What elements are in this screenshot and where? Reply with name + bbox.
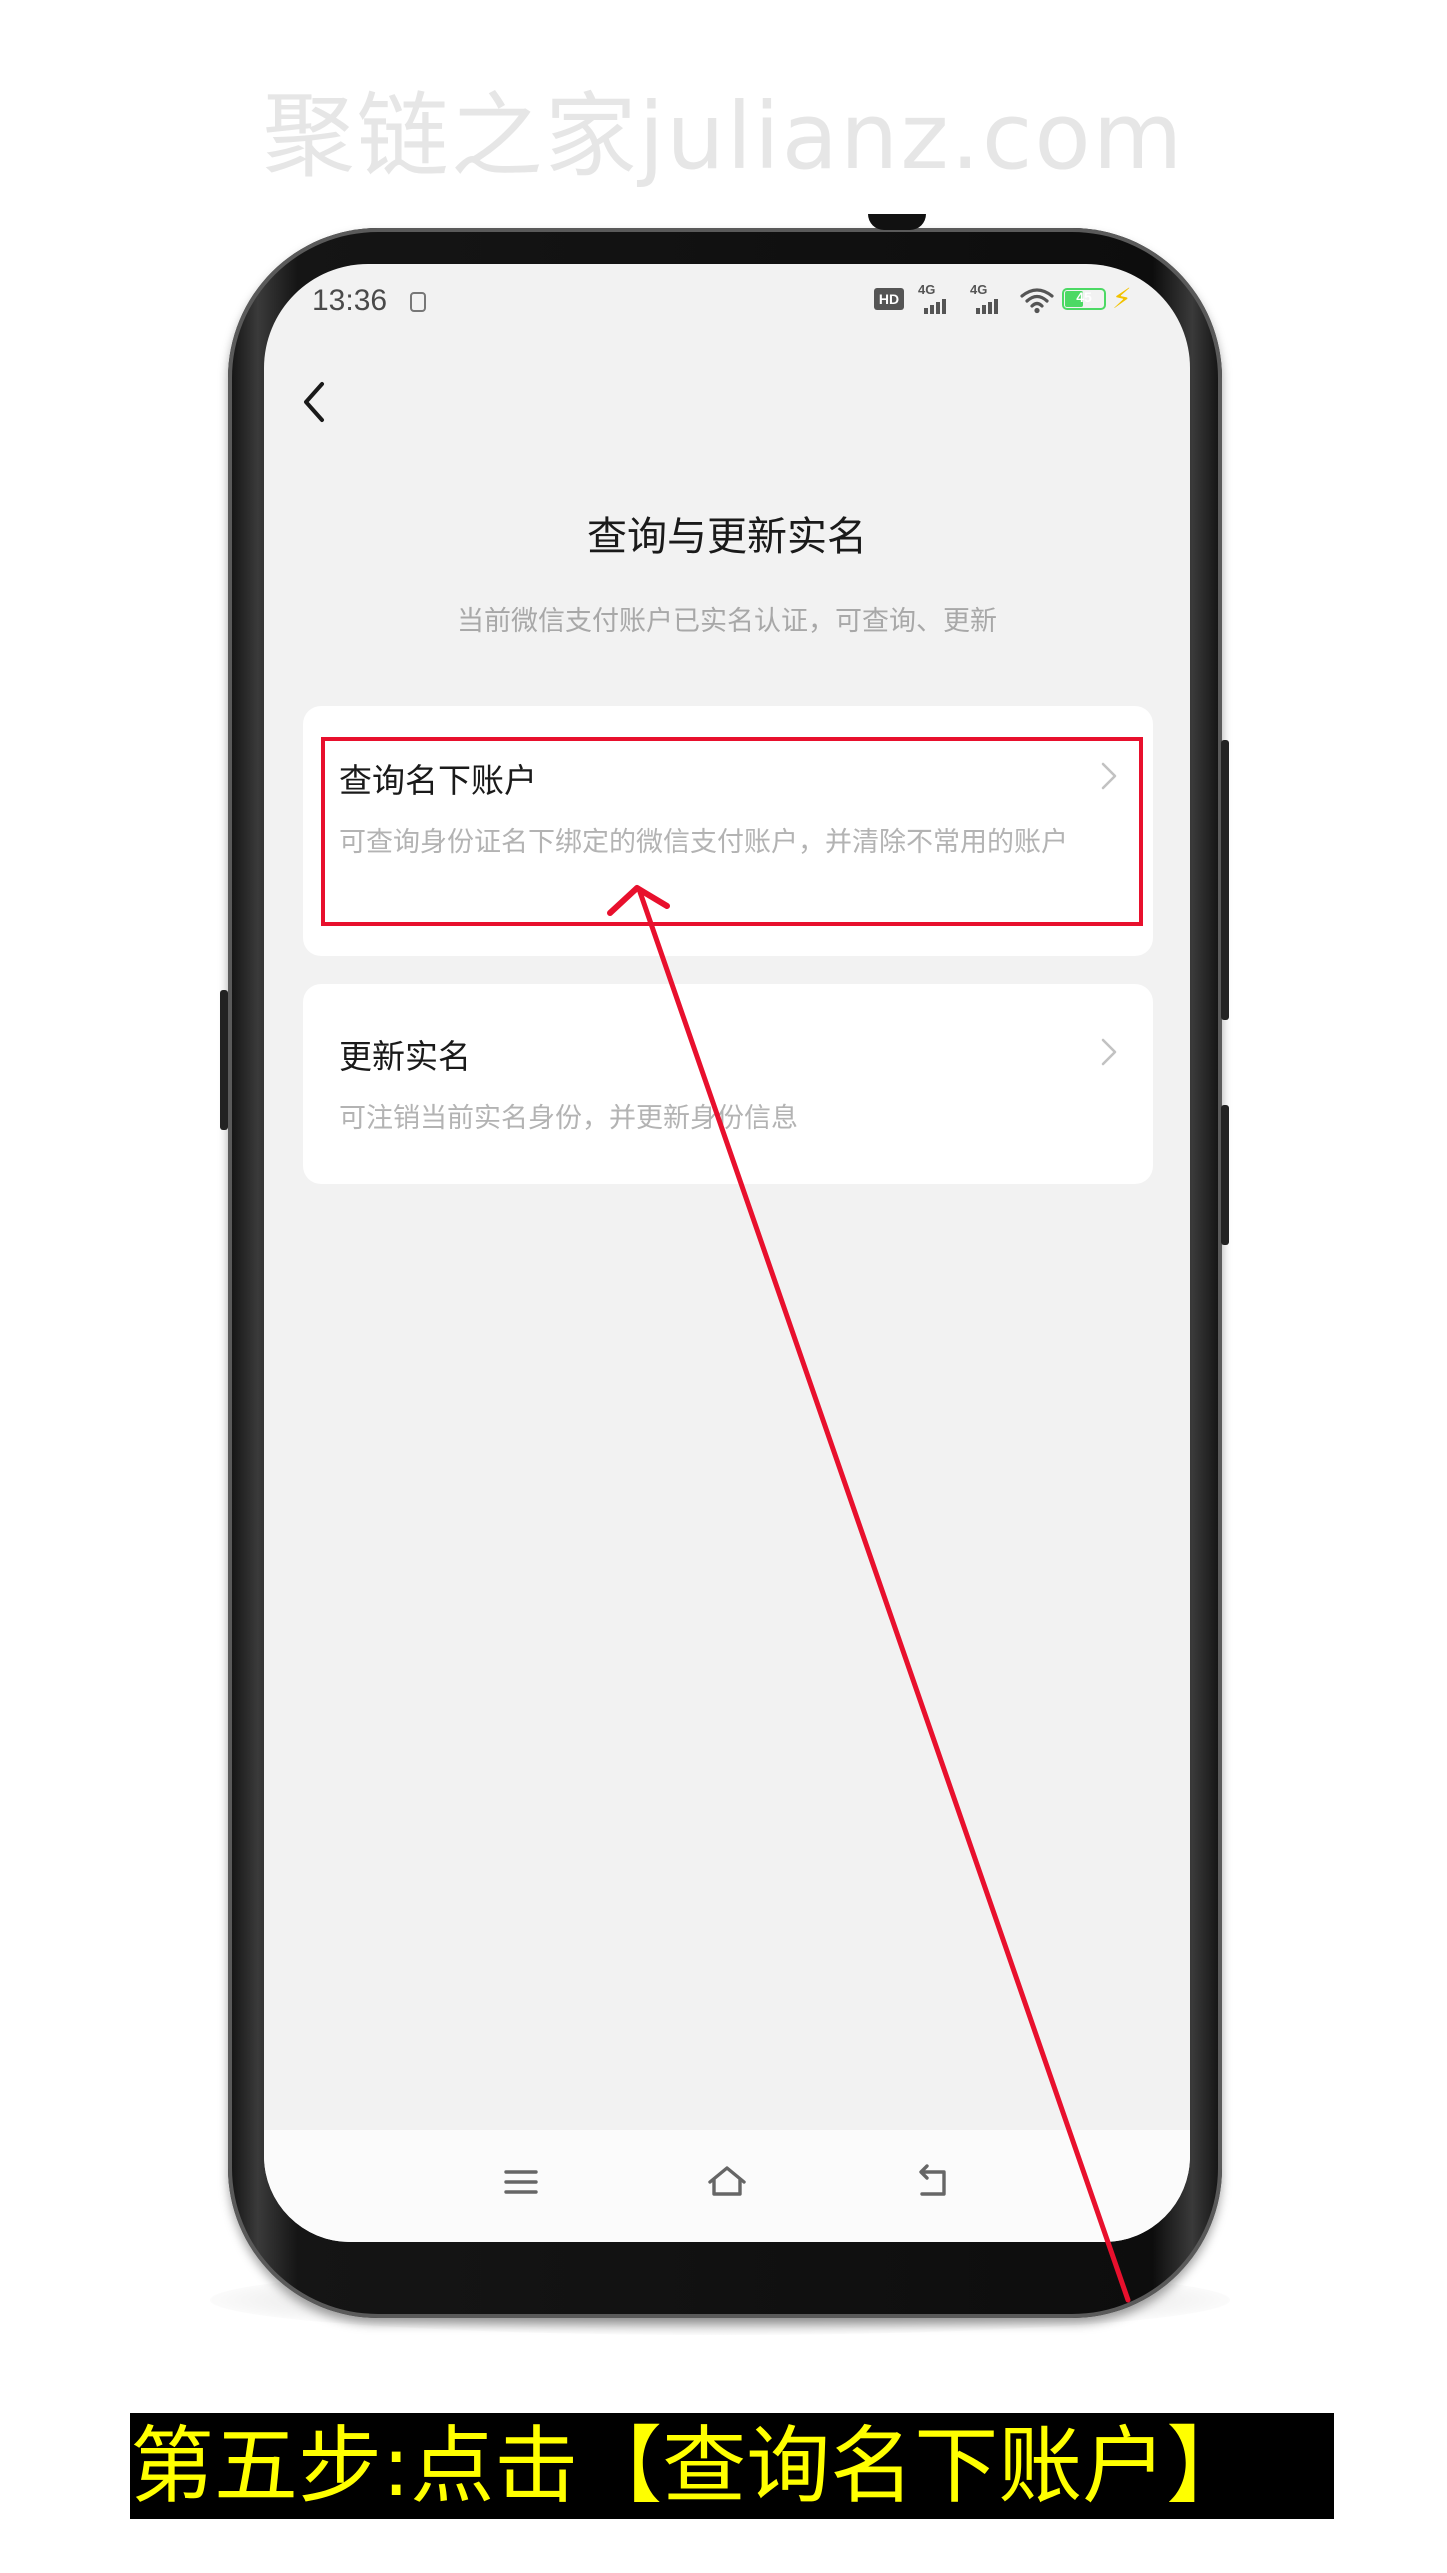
home-icon[interactable] <box>692 2152 762 2212</box>
battery-level: 45 <box>1076 289 1092 305</box>
option-title: 更新实名 <box>339 1037 471 1076</box>
signal-label: 4G <box>970 282 988 297</box>
status-bar: 13:36 HD 4G 4G 45 ⚡ <box>264 264 1190 344</box>
status-time: 13:36 <box>312 284 388 317</box>
volume-button <box>220 990 228 1130</box>
option-update-realname[interactable]: 更新实名 可注销当前实名身份，并更新身份信息 <box>303 984 1153 1184</box>
page-title: 查询与更新实名 <box>587 514 867 560</box>
page-subtitle: 当前微信支付账户已实名认证，可查询、更新 <box>457 606 997 637</box>
signal-label: 4G <box>918 282 936 297</box>
charging-icon: ⚡ <box>1112 282 1132 315</box>
signal-icon: 4G <box>970 282 1014 318</box>
back-icon[interactable] <box>898 2152 968 2212</box>
hd-icon: HD <box>874 288 904 310</box>
chevron-left-icon[interactable] <box>286 372 346 432</box>
side-button <box>1221 1105 1229 1245</box>
wifi-icon <box>1020 288 1054 314</box>
status-icons: HD 4G 4G 45 ⚡ <box>874 282 1144 318</box>
step-caption: 第五步:点击【查询名下账户】 <box>130 2413 1334 2519</box>
power-button <box>1221 740 1229 1020</box>
notification-icon <box>410 292 426 312</box>
phone-screen: 13:36 HD 4G 4G 45 ⚡ 查询与更新实名 当前微信支付账户已实名认… <box>264 264 1190 2242</box>
option-description: 可注销当前实名身份，并更新身份信息 <box>339 1103 798 1134</box>
signal-icon: 4G <box>918 282 962 318</box>
chevron-right-icon <box>1101 1038 1117 1066</box>
menu-icon[interactable] <box>486 2152 556 2212</box>
highlight-box <box>321 737 1143 926</box>
battery-icon: 45 <box>1062 288 1106 310</box>
navigation-bar <box>264 2130 1190 2242</box>
watermark: 聚链之家julianz.com <box>262 83 1185 190</box>
camera-notch <box>868 214 926 230</box>
